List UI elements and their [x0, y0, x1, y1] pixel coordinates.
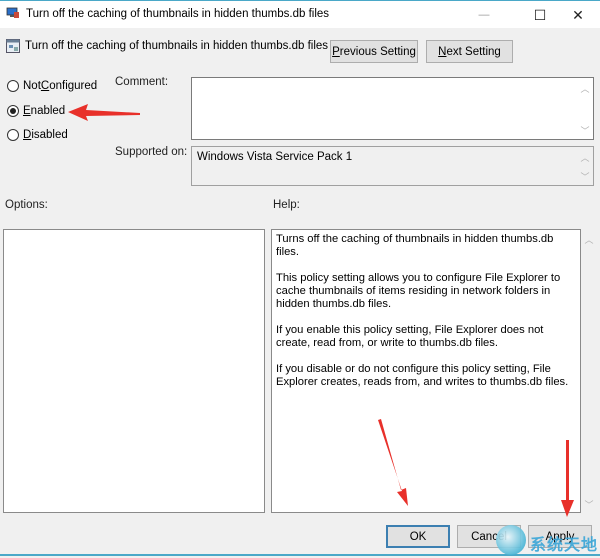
- arrow-to-ok: [378, 419, 408, 506]
- arrow-to-enabled: [68, 104, 140, 121]
- annotation-arrows: [68, 104, 574, 517]
- arrow-to-apply: [561, 440, 574, 517]
- watermark-logo: [496, 525, 526, 555]
- watermark-text: 系统天地: [530, 537, 599, 554]
